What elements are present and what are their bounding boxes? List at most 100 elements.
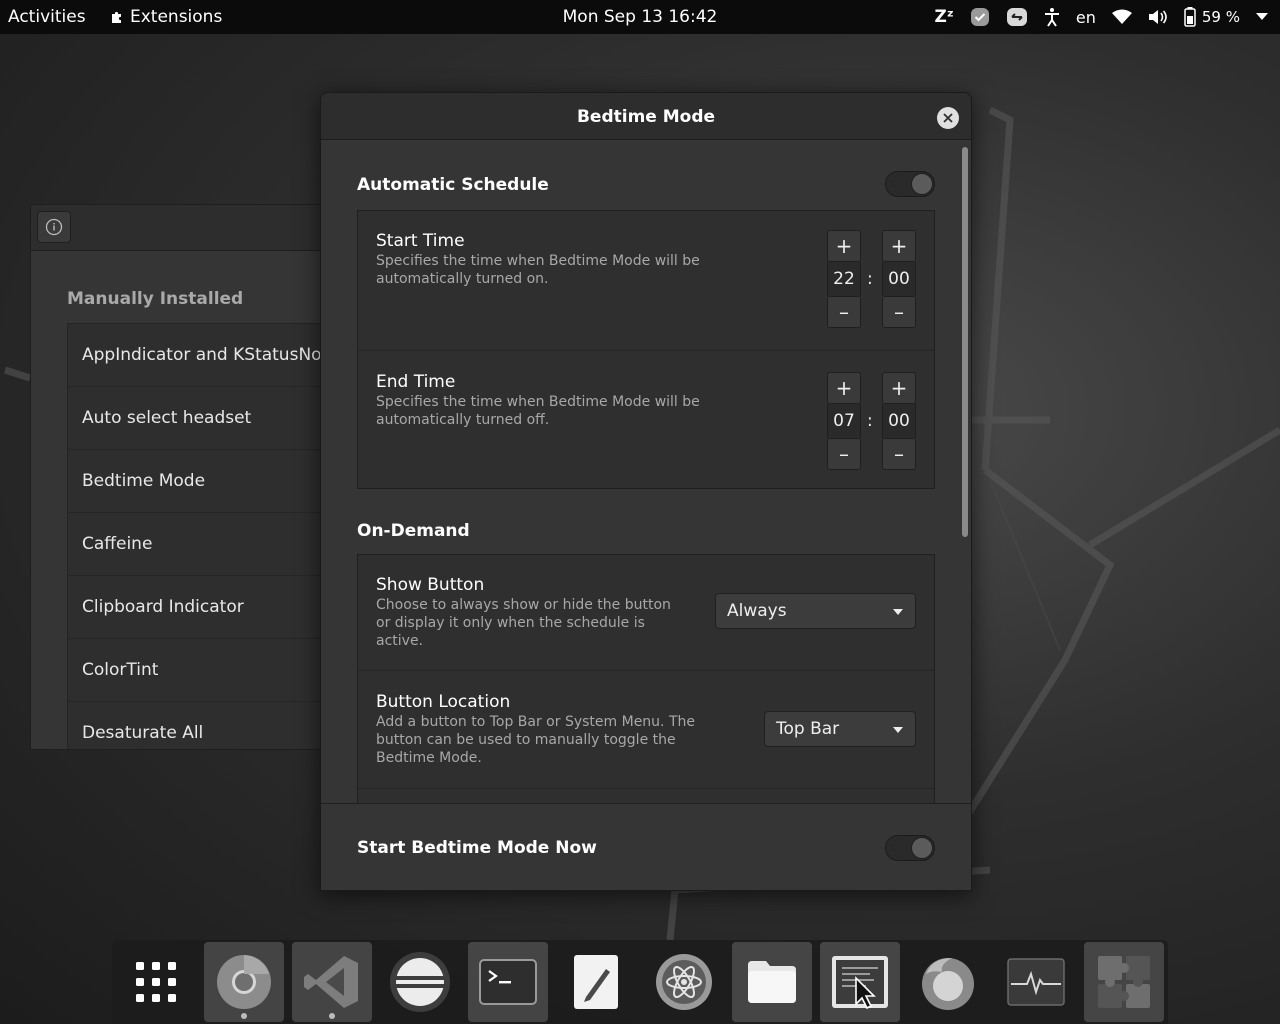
extensions-app-label: Extensions <box>130 7 223 27</box>
start-hour-spinner: + 22 – <box>827 230 861 328</box>
start-bedtime-now-switch[interactable] <box>885 835 935 861</box>
end-minute-value[interactable]: 00 <box>882 404 916 438</box>
start-hour-value[interactable]: 22 <box>827 262 861 296</box>
system-menu-chevron-icon[interactable] <box>1256 0 1268 34</box>
end-hour-decrement-button[interactable]: – <box>827 438 861 470</box>
eclipse-launcher[interactable] <box>380 942 460 1022</box>
button-location-title: Button Location <box>376 692 511 712</box>
button-location-dropdown[interactable]: Top Bar <box>764 711 916 747</box>
settings-scroll-area[interactable]: Automatic Schedule Start Time Specifies … <box>321 141 971 803</box>
scrollbar-thumb[interactable] <box>962 147 968 537</box>
end-hour-increment-button[interactable]: + <box>827 372 861 404</box>
list-item[interactable]: Clipboard Indicator <box>68 576 329 639</box>
dialog-header: Bedtime Mode <box>321 93 971 140</box>
start-hour-decrement-button[interactable]: – <box>827 296 861 328</box>
extensions-app-menu[interactable]: Extensions <box>110 7 222 27</box>
running-indicator <box>241 1013 247 1019</box>
extensions-icon <box>1098 956 1150 1008</box>
battery-icon <box>1184 7 1196 27</box>
bedtime-mode-dialog: Bedtime Mode Automatic Schedule Start Ti… <box>320 92 972 891</box>
end-time-description: Specifies the time when Bedtime Mode wil… <box>376 394 700 428</box>
close-icon <box>943 113 953 123</box>
clock[interactable]: Mon Sep 13 16:42 <box>563 7 718 27</box>
start-time-row: Start Time Specifies the time when Bedti… <box>358 211 934 350</box>
extensions-list: AppIndicator and KStatusNo Auto select h… <box>67 323 329 749</box>
info-icon <box>45 218 63 236</box>
screenshot-launcher[interactable] <box>820 942 900 1022</box>
end-minute-increment-button[interactable]: + <box>882 372 916 404</box>
running-indicator <box>329 1013 335 1019</box>
system-monitor-icon <box>1007 958 1065 1006</box>
chrome-launcher[interactable] <box>204 942 284 1022</box>
dropdown-caret-icon <box>893 609 903 615</box>
switch-knob <box>911 173 933 195</box>
end-hour-value[interactable]: 07 <box>827 404 861 438</box>
terminal-icon <box>479 959 537 1005</box>
accessibility-icon[interactable] <box>1044 0 1060 34</box>
screenshot-icon <box>832 956 888 1010</box>
switch-knob <box>911 837 933 859</box>
start-minute-value[interactable]: 00 <box>882 262 916 296</box>
chrome-icon <box>217 955 271 1009</box>
automatic-schedule-heading: Automatic Schedule <box>357 175 549 195</box>
terminal-launcher[interactable] <box>468 942 548 1022</box>
list-item[interactable]: Caffeine <box>68 513 329 576</box>
next-row-partial <box>358 788 934 803</box>
list-item[interactable]: Desaturate All <box>68 702 329 749</box>
dock <box>112 940 1168 1024</box>
files-launcher[interactable] <box>732 942 812 1022</box>
battery-indicator[interactable]: 59 % <box>1184 7 1240 27</box>
wifi-icon[interactable] <box>1111 0 1132 34</box>
puzzle-icon <box>112 11 121 23</box>
firefox-icon <box>922 958 974 1010</box>
end-minute-decrement-button[interactable]: – <box>882 438 916 470</box>
extensions-launcher[interactable] <box>1084 942 1164 1022</box>
show-button-selected-value: Always <box>727 601 787 621</box>
end-minute-spinner: + 00 – <box>882 372 916 470</box>
start-time-title: Start Time <box>376 231 465 251</box>
close-button[interactable] <box>937 107 959 129</box>
language-indicator[interactable]: en <box>1076 0 1096 34</box>
info-button[interactable] <box>37 211 71 243</box>
files-icon <box>748 961 796 1003</box>
automatic-schedule-switch[interactable] <box>885 171 935 197</box>
show-button-description: Choose to always show or hide the button… <box>376 597 671 649</box>
start-minute-decrement-button[interactable]: – <box>882 296 916 328</box>
list-item[interactable]: ColorTint <box>68 639 329 702</box>
vscode-icon <box>304 956 358 1008</box>
on-demand-heading: On-Demand <box>357 521 470 541</box>
text-editor-icon <box>574 955 618 1009</box>
system-tray: Zᶻ en 59 % <box>934 0 1268 34</box>
show-applications-button[interactable] <box>116 942 196 1022</box>
list-item[interactable]: Bedtime Mode <box>68 450 329 513</box>
system-monitor-launcher[interactable] <box>996 942 1076 1022</box>
check-badge-icon[interactable] <box>970 0 990 34</box>
end-time-title: End Time <box>376 372 456 392</box>
caffeine-zz-icon[interactable]: Zᶻ <box>934 0 953 34</box>
firefox-launcher[interactable] <box>908 942 988 1022</box>
start-bedtime-now-label: Start Bedtime Mode Now <box>357 838 597 858</box>
extensions-window-header <box>31 205 329 251</box>
start-minute-increment-button[interactable]: + <box>882 230 916 262</box>
start-hour-increment-button[interactable]: + <box>827 230 861 262</box>
app-grid-icon <box>136 962 176 1002</box>
atom-icon <box>656 954 712 1010</box>
manually-installed-heading: Manually Installed <box>67 289 244 309</box>
start-minute-spinner: + 00 – <box>882 230 916 328</box>
list-item[interactable]: AppIndicator and KStatusNo <box>68 324 329 387</box>
list-item[interactable]: Auto select headset <box>68 387 329 450</box>
atom-launcher[interactable] <box>644 942 724 1022</box>
remote-desktop-icon[interactable] <box>1006 0 1028 34</box>
time-separator: : <box>867 411 873 431</box>
button-location-description: Add a button to Top Bar or System Menu. … <box>376 714 695 766</box>
text-editor-launcher[interactable] <box>556 942 636 1022</box>
dialog-title: Bedtime Mode <box>576 107 716 127</box>
show-button-dropdown[interactable]: Always <box>715 593 916 629</box>
vscode-launcher[interactable] <box>292 942 372 1022</box>
battery-percent: 59 % <box>1201 8 1240 26</box>
start-time-description: Specifies the time when Bedtime Mode wil… <box>376 253 700 287</box>
button-location-row: Button Location Add a button to Top Bar … <box>358 670 934 788</box>
volume-icon[interactable] <box>1148 0 1168 34</box>
activities-button[interactable]: Activities <box>8 7 86 27</box>
eclipse-icon <box>390 952 450 1012</box>
